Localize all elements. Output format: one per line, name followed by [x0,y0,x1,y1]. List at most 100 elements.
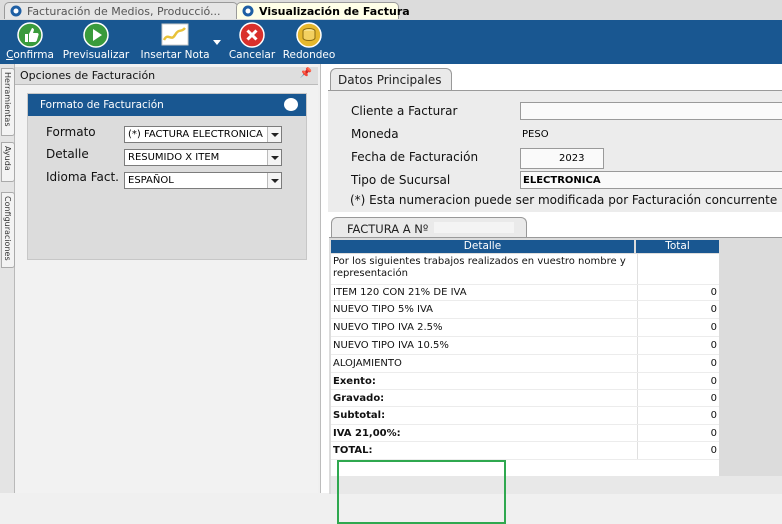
grid-body: Por los siguientes trabajos realizados e… [331,254,719,476]
idioma-select[interactable]: ESPAÑOL [124,172,282,189]
total-cell: 0 [637,285,719,300]
cancelar-label: Cancelar [228,49,276,61]
formato-select[interactable]: (*) FACTURA ELECTRONICA [124,126,282,143]
detalle-cell: NUEVO TIPO IVA 10.5% [333,340,449,351]
document-tabs: Facturación de Medios, Producció... Visu… [0,0,782,21]
detalle-cell: Exento: [333,375,376,387]
confirma-button[interactable]: Confirma [4,22,56,62]
tab-factura[interactable]: FACTURA A Nº [331,217,527,238]
table-row[interactable]: ITEM 120 CON 21% DE IVA 0 [331,285,719,301]
sucursal-label: Tipo de Sucursal [351,173,451,187]
main-content: Datos Principales Cliente a Facturar Mon… [320,64,782,524]
detalle-cell: ITEM 120 CON 21% DE IVA [333,287,467,298]
detalle-cell: Por los siguientes trabajos realizados e… [333,256,626,279]
total-cell: 0 [637,301,719,318]
coins-icon [296,22,322,48]
tab-label: Datos Principales [338,73,442,87]
previsualizar-button[interactable]: Previsualizar [60,22,132,62]
detalle-cell: TOTAL: [333,445,373,456]
panel-title: Opciones de Facturación [20,69,156,82]
insertar-nota-label: Insertar Nota [140,49,210,61]
insertar-nota-button[interactable]: Insertar Nota [138,22,212,62]
table-row[interactable]: NUEVO TIPO 5% IVA 0 [331,301,719,319]
play-icon [83,22,109,48]
detalle-label: Detalle [46,147,89,161]
redacted-number [434,222,514,233]
numeracion-note: (*) Esta numeracion puede ser modificada… [350,193,778,207]
previsualizar-label: Previsualizar [62,49,130,61]
table-row[interactable]: Gravado: 0 [331,390,719,407]
side-tabs-strip: Herramientas Ayuda Configuraciones [0,64,15,493]
detalle-cell: NUEVO TIPO 5% IVA [333,304,434,315]
toolbar: Confirma Previsualizar Insertar Nota Can… [0,20,782,64]
chevron-down-icon [267,127,281,142]
app-icon [242,5,254,17]
grid-footer [331,476,782,494]
tab-facturacion-medios[interactable]: Facturación de Medios, Producció... [4,2,238,19]
detalle-value: RESUMIDO X ITEM [128,152,220,163]
table-row[interactable]: NUEVO TIPO IVA 2.5% 0 [331,319,719,337]
total-cell: 0 [637,407,719,424]
total-cell [637,254,719,284]
side-tab-label: Ayuda [3,146,12,171]
total-cell: 0 [637,337,719,354]
factura-grid: Detalle Total Por los siguientes trabajo… [329,237,782,524]
datos-principales-panel: Cliente a Facturar Moneda PESO Fecha de … [328,90,782,212]
side-tab-configuraciones[interactable]: Configuraciones [1,192,15,268]
group-title: Formato de Facturación [40,99,164,111]
table-row[interactable]: TOTAL: 0 [331,442,719,460]
table-row[interactable]: Por los siguientes trabajos realizados e… [331,254,719,285]
tab-label: Visualización de Factura [259,5,410,18]
tab-label: FACTURA A Nº [347,222,429,236]
panel-header: Opciones de Facturación 📌 [15,67,318,85]
tab-visualizacion-factura[interactable]: Visualización de Factura [236,2,410,19]
idioma-value: ESPAÑOL [128,175,174,186]
app-icon [10,5,22,17]
table-row[interactable]: ALOJAMIENTO 0 [331,355,719,373]
column-header-total[interactable]: Total [636,240,719,253]
side-tab-ayuda[interactable]: Ayuda [1,142,15,182]
thumbs-up-icon [17,22,43,48]
moneda-label: Moneda [351,127,399,141]
idioma-label: Idioma Fact. [46,170,119,184]
cliente-field[interactable] [520,102,782,120]
formato-value: (*) FACTURA ELECTRONICA [128,129,263,140]
table-row[interactable]: Exento: 0 [331,373,719,390]
chevron-down-icon [267,173,281,188]
opciones-facturacion-panel: Opciones de Facturación 📌 Formato de Fac… [15,64,318,493]
note-chart-icon [161,23,189,46]
total-cell: 0 [637,355,719,372]
redondeo-label: Redondeo [282,49,336,61]
pin-icon[interactable]: 📌 [300,68,312,79]
side-tab-label: Herramientas [3,72,12,127]
table-row[interactable]: NUEVO TIPO IVA 10.5% 0 [331,337,719,355]
collapse-toggle-icon[interactable] [284,98,298,111]
insertar-nota-dropdown[interactable] [212,22,222,62]
cancelar-button[interactable]: Cancelar [226,22,278,62]
table-row[interactable]: IVA 21,00%: 0 [331,425,719,442]
moneda-value: PESO [522,129,549,140]
fecha-field[interactable]: 2023 [520,148,604,169]
confirma-label: onfirma [13,49,54,61]
fecha-label: Fecha de Facturación [351,150,479,164]
total-cell: 0 [637,442,719,459]
chevron-down-icon [213,40,221,45]
table-row[interactable]: Subtotal: 0 [331,407,719,425]
detalle-select[interactable]: RESUMIDO X ITEM [124,149,282,166]
chevron-down-icon [267,150,281,165]
group-header: Formato de Facturación [28,94,306,116]
cancel-icon [239,22,265,48]
total-cell: 0 [637,425,719,441]
sucursal-value: ELECTRONICA [523,175,601,186]
fecha-value: 2023 [559,153,585,164]
redondeo-button[interactable]: Redondeo [282,22,336,62]
column-header-detalle[interactable]: Detalle [331,240,634,253]
side-tab-herramientas[interactable]: Herramientas [1,68,15,136]
detalle-cell: ALOJAMIENTO [333,358,402,369]
detalle-cell: NUEVO TIPO IVA 2.5% [333,322,443,333]
detalle-cell: Subtotal: [333,410,386,421]
detalle-cell: IVA 21,00%: [333,427,401,439]
tab-datos-principales[interactable]: Datos Principales [330,68,452,90]
total-cell: 0 [637,319,719,336]
sucursal-field: ELECTRONICA [520,171,782,189]
